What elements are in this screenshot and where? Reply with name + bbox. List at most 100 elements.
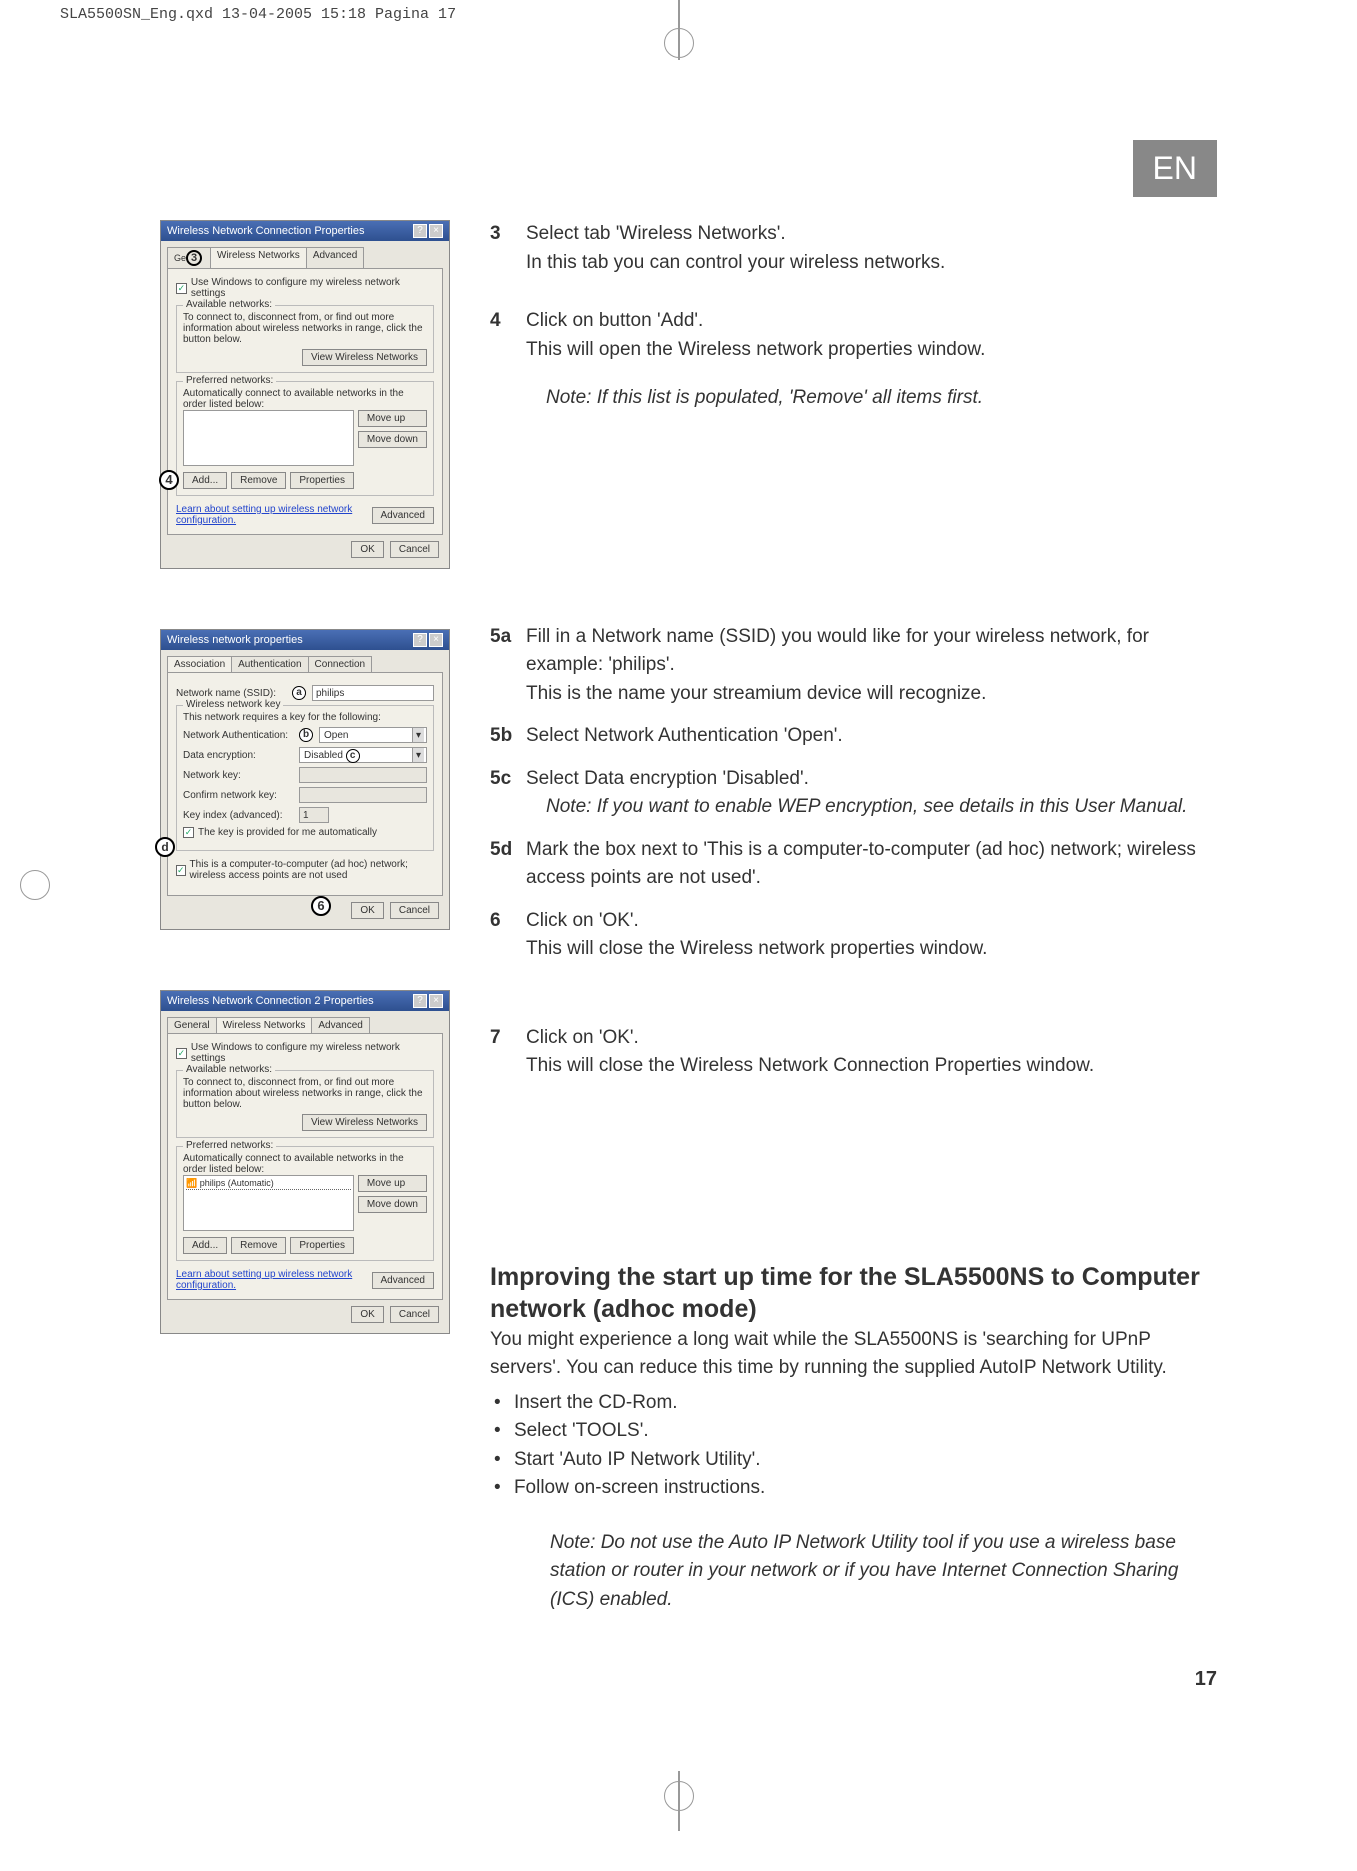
use-windows-label: Use Windows to configure my wireless net…	[191, 277, 434, 299]
dialog-title-text: Wireless network properties	[167, 634, 303, 646]
remove-button[interactable]: Remove	[231, 1237, 286, 1254]
step-4-note: Note: If this list is populated, 'Remove…	[546, 384, 1217, 413]
preferred-networks-group: Preferred networks:	[183, 375, 276, 386]
step-5c-note: Note: If you want to enable WEP encrypti…	[546, 793, 1217, 822]
advanced-button[interactable]: Advanced	[372, 507, 434, 524]
add-button[interactable]: Add...	[183, 1237, 227, 1254]
language-badge: EN	[1133, 140, 1217, 197]
enc-label: Data encryption:	[183, 750, 293, 761]
dialog-wireless-connection-properties: Wireless Network Connection Properties ?…	[160, 220, 450, 569]
auto-key-label: The key is provided for me automatically	[198, 827, 377, 838]
confirm-label: Confirm network key:	[183, 790, 293, 801]
callout-b: b	[299, 728, 313, 742]
keyindex-input: 1	[299, 807, 329, 823]
dialog-titlebar: Wireless Network Connection 2 Properties…	[161, 991, 449, 1011]
tab-association[interactable]: Association	[167, 656, 232, 672]
help-icon[interactable]: ?	[413, 633, 427, 647]
cancel-button[interactable]: Cancel	[390, 541, 439, 558]
callout-6: 6	[311, 896, 331, 916]
close-icon[interactable]: ×	[429, 633, 443, 647]
view-wireless-networks-button[interactable]: View Wireless Networks	[302, 349, 427, 366]
available-desc: To connect to, disconnect from, or find …	[183, 312, 427, 345]
available-networks-group: Available networks:	[183, 1064, 275, 1075]
callout-3: 3	[186, 250, 202, 266]
preferred-networks-group: Preferred networks:	[183, 1140, 276, 1151]
callout-d: d	[155, 837, 175, 857]
step-5d: 5d Mark the box next to 'This is a compu…	[490, 836, 1217, 893]
preferred-desc: Automatically connect to available netwo…	[183, 1153, 427, 1175]
move-down-button[interactable]: Move down	[358, 431, 427, 448]
advanced-button[interactable]: Advanced	[372, 1272, 434, 1289]
ok-button[interactable]: OK	[351, 541, 383, 558]
step-6: 6 Click on 'OK'. This will close the Wir…	[490, 907, 1217, 964]
chevron-down-icon: ▾	[412, 728, 424, 742]
chevron-down-icon: ▾	[412, 748, 424, 762]
close-icon[interactable]: ×	[429, 994, 443, 1008]
list-item: Follow on-screen instructions.	[490, 1474, 1217, 1503]
preferred-listbox[interactable]: 📶 philips (Automatic)	[183, 1175, 354, 1231]
auth-select[interactable]: Open▾	[319, 727, 427, 743]
use-windows-checkbox[interactable]: ✓	[176, 1048, 187, 1059]
key-desc: This network requires a key for the foll…	[183, 712, 427, 723]
available-desc: To connect to, disconnect from, or find …	[183, 1077, 427, 1110]
enc-select[interactable]: Disabled c▾	[299, 747, 427, 763]
improve-heading: Improving the start up time for the SLA5…	[490, 1261, 1217, 1326]
learn-link[interactable]: Learn about setting up wireless network …	[176, 1269, 372, 1291]
close-icon[interactable]: ×	[429, 224, 443, 238]
properties-button[interactable]: Properties	[290, 1237, 354, 1254]
auth-label: Network Authentication:	[183, 730, 293, 741]
key-group: Wireless network key	[183, 699, 283, 710]
callout-c: c	[346, 749, 360, 763]
ssid-input[interactable]: philips	[312, 685, 434, 701]
move-up-button[interactable]: Move up	[358, 1175, 427, 1192]
improve-bullets: Insert the CD-Rom. Select 'TOOLS'. Start…	[490, 1389, 1217, 1503]
help-icon[interactable]: ?	[413, 994, 427, 1008]
dialog-wireless-network-properties: Wireless network properties ? × Associat…	[160, 629, 450, 930]
properties-button[interactable]: Properties	[290, 472, 354, 489]
list-item[interactable]: 📶 philips (Automatic)	[186, 1178, 351, 1190]
step-5a: 5a Fill in a Network name (SSID) you wou…	[490, 623, 1217, 709]
dialog-wireless-connection-2-properties: Wireless Network Connection 2 Properties…	[160, 990, 450, 1334]
callout-4: 4	[159, 470, 179, 490]
dialog-titlebar: Wireless network properties ? ×	[161, 630, 449, 650]
tab-wireless-networks[interactable]: Wireless Networks	[210, 247, 307, 268]
view-wireless-networks-button[interactable]: View Wireless Networks	[302, 1114, 427, 1131]
add-button[interactable]: Add...	[183, 472, 227, 489]
crop-circle	[664, 1781, 694, 1811]
adhoc-checkbox[interactable]: ✓	[176, 865, 186, 876]
tab-authentication[interactable]: Authentication	[231, 656, 308, 672]
learn-link[interactable]: Learn about setting up wireless network …	[176, 504, 372, 526]
tab-connection[interactable]: Connection	[308, 656, 373, 672]
ok-button[interactable]: OK	[351, 1306, 383, 1323]
cancel-button[interactable]: Cancel	[390, 1306, 439, 1323]
cancel-button[interactable]: Cancel	[390, 902, 439, 919]
ssid-label: Network name (SSID):	[176, 688, 286, 699]
auto-key-checkbox[interactable]: ✓	[183, 827, 194, 838]
improve-note: Note: Do not use the Auto IP Network Uti…	[550, 1529, 1217, 1615]
ok-button[interactable]: OK	[351, 902, 383, 919]
move-down-button[interactable]: Move down	[358, 1196, 427, 1213]
preferred-desc: Automatically connect to available netwo…	[183, 388, 427, 410]
preferred-listbox[interactable]	[183, 410, 354, 466]
remove-button[interactable]: Remove	[231, 472, 286, 489]
dialog-title-text: Wireless Network Connection Properties	[167, 225, 364, 237]
list-item: Start 'Auto IP Network Utility'.	[490, 1446, 1217, 1475]
help-icon[interactable]: ?	[413, 224, 427, 238]
step-4: 4 Click on button 'Add'. This will open …	[490, 307, 1217, 413]
tab-advanced[interactable]: Advanced	[306, 247, 364, 268]
netkey-input	[299, 767, 427, 783]
move-up-button[interactable]: Move up	[358, 410, 427, 427]
tab-advanced[interactable]: Advanced	[311, 1017, 369, 1033]
use-windows-checkbox[interactable]: ✓	[176, 283, 187, 294]
dialog-title-text: Wireless Network Connection 2 Properties	[167, 995, 374, 1007]
callout-a: a	[292, 686, 306, 700]
list-item: Insert the CD-Rom.	[490, 1389, 1217, 1418]
crop-circle	[20, 870, 50, 900]
tab-general[interactable]: Ge3	[167, 247, 211, 268]
tab-wireless-networks[interactable]: Wireless Networks	[216, 1017, 313, 1033]
adhoc-label: This is a computer-to-computer (ad hoc) …	[190, 859, 434, 881]
step-5c: 5c Select Data encryption 'Disabled'. No…	[490, 765, 1217, 822]
keyindex-label: Key index (advanced):	[183, 810, 293, 821]
tab-general[interactable]: General	[167, 1017, 217, 1033]
step-3: 3 Select tab 'Wireless Networks'. In thi…	[490, 220, 1217, 277]
